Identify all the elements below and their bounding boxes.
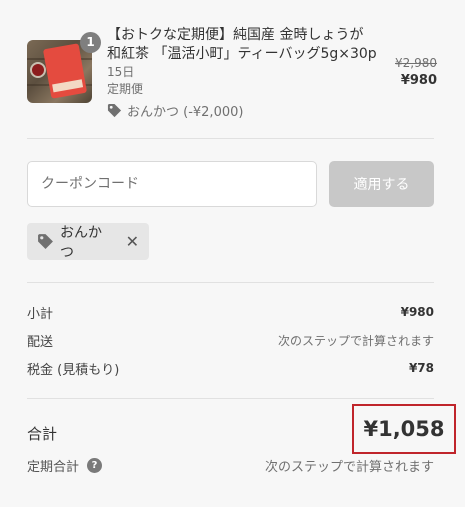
tax-value: ¥78 — [408, 361, 434, 375]
applied-coupon-code: おんかつ — [60, 224, 102, 261]
original-price: ¥2,980 — [395, 56, 437, 70]
subtotal-row: 小計 ¥980 — [27, 302, 434, 322]
recurring-total-value: 次のステップで計算されます — [264, 460, 434, 475]
subtotal-label: 小計 — [27, 306, 54, 322]
tea-package-image — [42, 43, 88, 99]
tag-icon — [37, 233, 54, 250]
product-title: 【おトクな定期便】純国産 金時しょうが和紅茶 「温活小町」ティーバッグ5g×30… — [107, 27, 377, 62]
tax-row: 税金 (見積もり) ¥78 — [27, 358, 434, 378]
tag-icon — [107, 103, 122, 118]
applied-coupon-chip: おんかつ ✕ — [27, 223, 149, 261]
apply-coupon-button[interactable]: 適用する — [329, 161, 434, 207]
line-discount: おんかつ (-¥2,000) — [107, 101, 243, 120]
divider — [27, 282, 434, 283]
product-interval: 15日 — [107, 65, 135, 79]
shipping-label: 配送 — [27, 334, 54, 350]
product-subscription: 定期便 — [107, 82, 144, 96]
line-item: 1 【おトクな定期便】純国産 金時しょうが和紅茶 「温活小町」ティーバッグ5g×… — [27, 26, 437, 120]
tax-label: 税金 (見積もり) — [27, 362, 120, 378]
divider — [27, 398, 434, 399]
divider — [27, 138, 434, 139]
total-value: ¥1,058 — [363, 417, 445, 441]
tea-cup-image — [30, 62, 46, 78]
help-icon[interactable]: ? — [87, 458, 103, 473]
remove-coupon-icon[interactable]: ✕ — [126, 232, 139, 251]
recurring-total-row: 定期合計 ? 次のステップで計算されます — [27, 456, 434, 475]
quantity-badge: 1 — [80, 32, 101, 53]
subtotal-value: ¥980 — [400, 305, 434, 319]
recurring-total-label: 定期合計 — [27, 460, 80, 475]
shipping-value: 次のステップで計算されます — [277, 333, 434, 348]
coupon-code-input[interactable] — [27, 161, 317, 207]
discount-text: おんかつ (-¥2,000) — [127, 105, 244, 120]
recurring-total-label-group: 定期合計 ? — [27, 456, 103, 475]
total-label: 合計 — [27, 425, 58, 443]
current-price: ¥980 — [400, 73, 437, 88]
total-highlight-box: ¥1,058 — [352, 404, 456, 454]
shipping-row: 配送 次のステップで計算されます — [27, 330, 434, 350]
